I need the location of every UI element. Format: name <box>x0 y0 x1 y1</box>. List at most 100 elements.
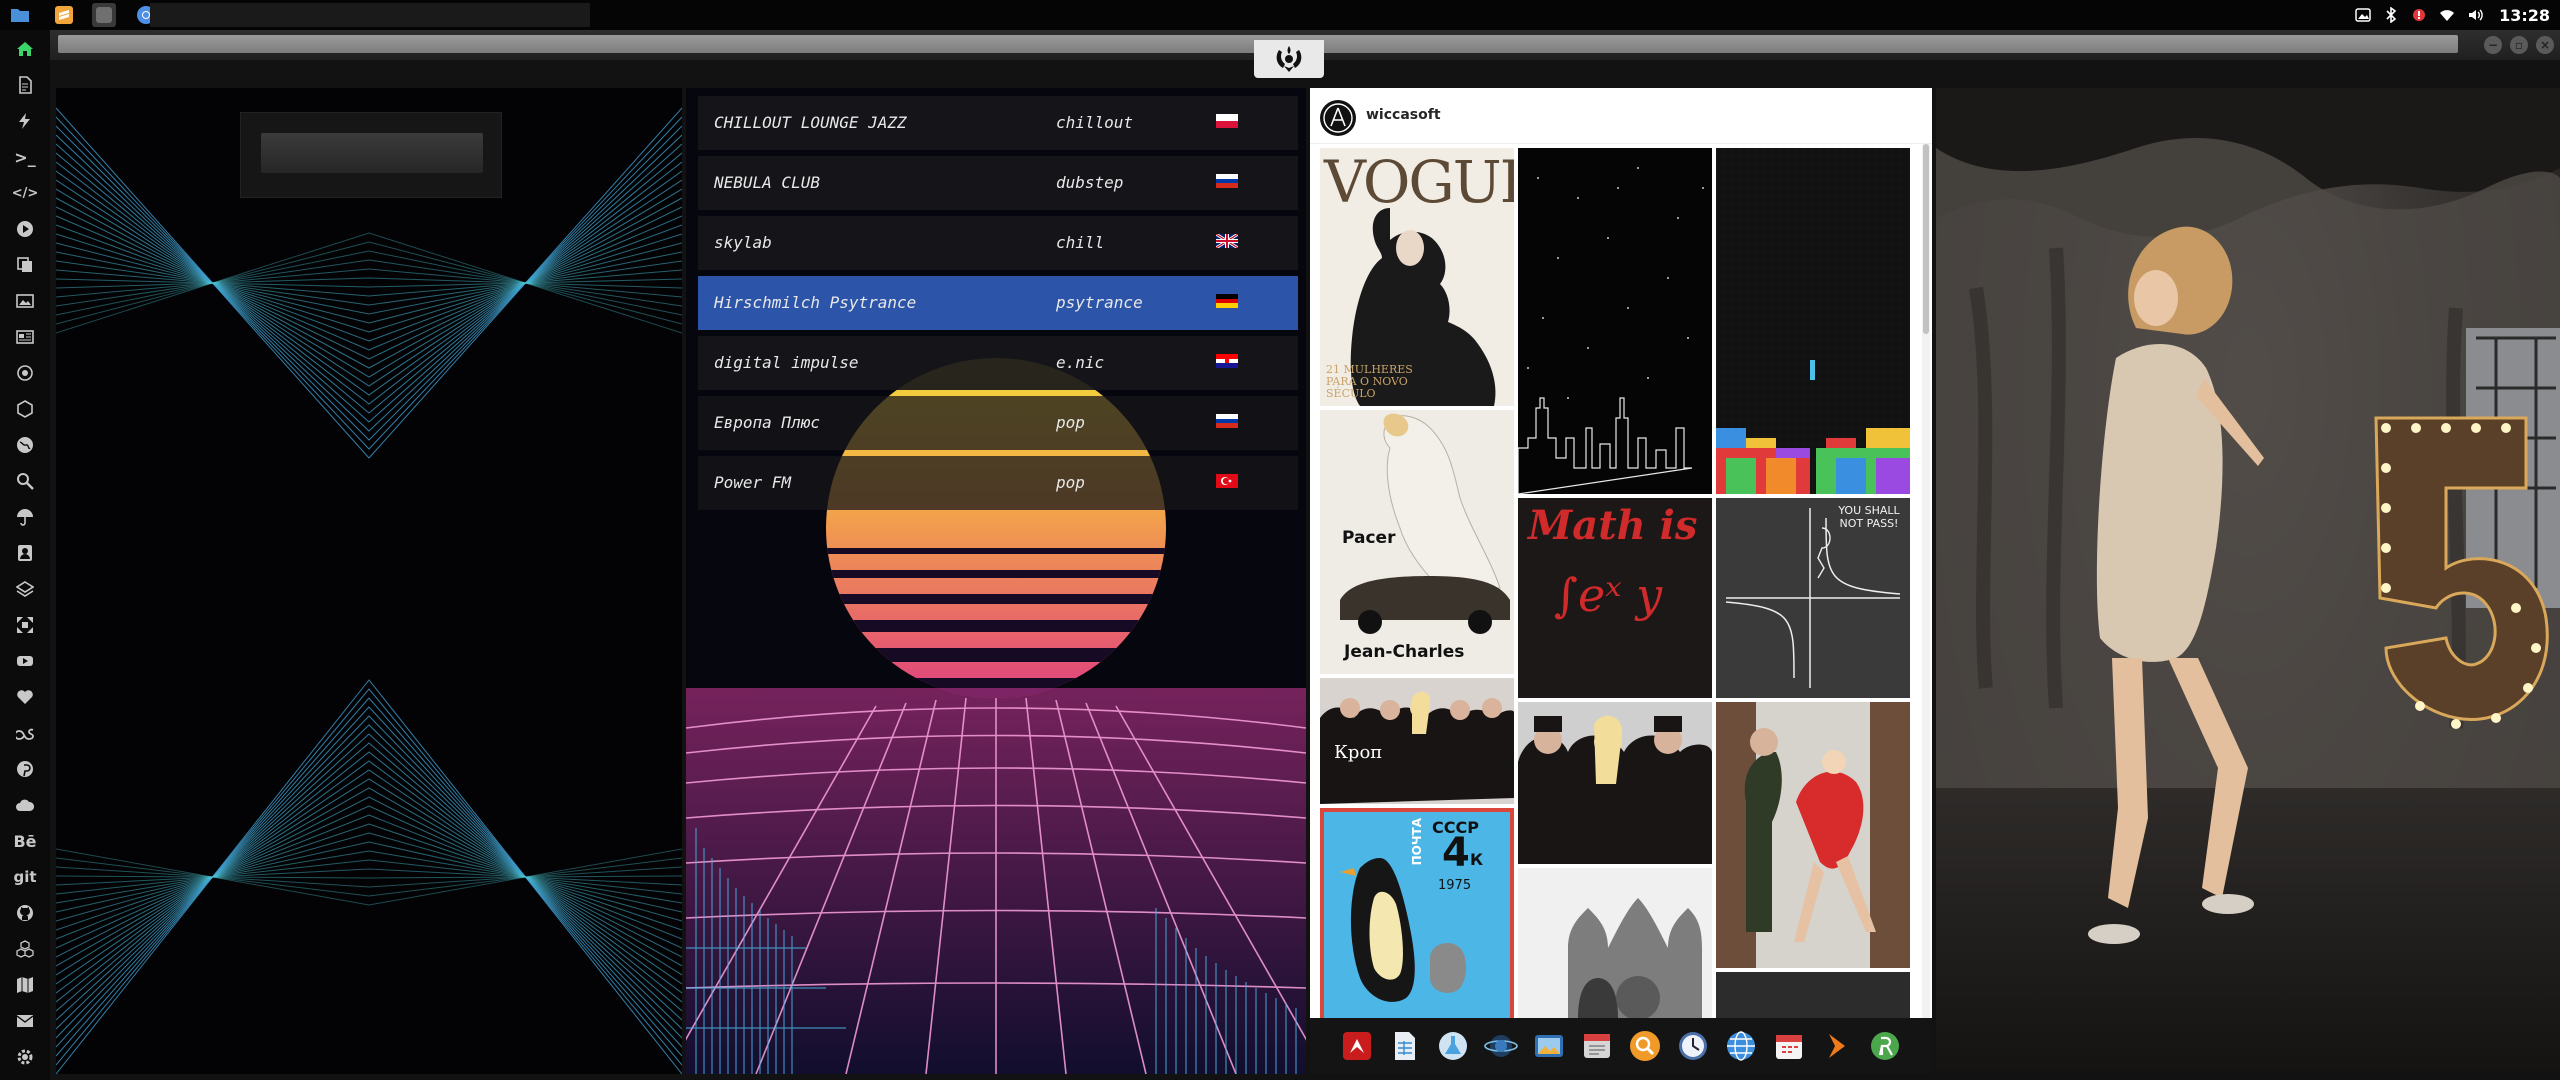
chevron-line <box>56 875 682 879</box>
city-night-tile[interactable] <box>1518 148 1712 494</box>
yandex-icon[interactable] <box>1866 1027 1904 1065</box>
minimize-button[interactable]: − <box>2484 36 2502 54</box>
tetris-tile[interactable] <box>1716 148 1910 494</box>
red-dress-photo <box>1716 702 1910 968</box>
globe-icon[interactable] <box>0 430 50 460</box>
tetris-blocks <box>1716 148 1910 494</box>
adobe-reader-icon[interactable] <box>1338 1027 1376 1065</box>
avatar[interactable] <box>1320 100 1356 136</box>
github-icon[interactable] <box>0 898 50 928</box>
lightning-icon[interactable] <box>0 106 50 136</box>
widget-input[interactable] <box>261 133 483 173</box>
feed-scrollbar[interactable] <box>1922 144 1930 1024</box>
username[interactable]: wiccasoft <box>1366 107 1441 123</box>
station-name: digital impulse <box>714 353 859 372</box>
arrow-app-icon[interactable] <box>1818 1027 1856 1065</box>
chevron-line <box>56 232 682 334</box>
maximize-button[interactable]: ▫ <box>2510 36 2528 54</box>
military-group-tile[interactable]: Кроп <box>1320 678 1514 804</box>
mail-icon[interactable] <box>0 1006 50 1036</box>
copy-icon[interactable] <box>0 250 50 280</box>
station-row[interactable]: NEBULA CLUB dubstep <box>698 156 1298 210</box>
croatia-flag-icon <box>1216 354 1238 368</box>
stamp-value: 4 <box>1442 830 1470 876</box>
feed-scrollbar-thumb[interactable] <box>1923 144 1929 334</box>
magnifier-app-icon[interactable] <box>1626 1027 1664 1065</box>
chevron-line <box>56 170 682 396</box>
document-icon[interactable] <box>0 70 50 100</box>
cubes-icon[interactable] <box>0 934 50 964</box>
picture-icon[interactable] <box>2353 5 2373 25</box>
wifi-icon[interactable] <box>2437 5 2457 25</box>
flask-icon[interactable] <box>1434 1027 1472 1065</box>
spreadsheet-icon[interactable] <box>1386 1027 1424 1065</box>
play-circle-icon[interactable] <box>0 214 50 244</box>
marquee-five <box>2374 416 2549 729</box>
gear-icon[interactable] <box>0 1042 50 1072</box>
git-icon[interactable]: git <box>0 862 50 892</box>
contact-icon[interactable] <box>0 538 50 568</box>
terminal-icon[interactable]: >_ <box>0 142 50 172</box>
web-browser-icon[interactable] <box>1722 1027 1760 1065</box>
expand-icon[interactable] <box>0 610 50 640</box>
image-icon[interactable] <box>0 286 50 316</box>
pinterest-icon[interactable] <box>0 754 50 784</box>
taskbar-window-list[interactable] <box>150 3 590 27</box>
calendar-icon[interactable] <box>1770 1027 1808 1065</box>
pacer-ad-tile[interactable]: Pacer Jean-Charles <box>1320 410 1514 674</box>
station-genre: pop <box>1056 413 1085 432</box>
chevron-line <box>56 242 682 324</box>
lastfm-icon[interactable] <box>0 718 50 748</box>
volume-icon[interactable] <box>2465 5 2485 25</box>
youtube-icon[interactable] <box>0 646 50 676</box>
app-dock <box>1310 1018 1932 1074</box>
math-sexy-tile[interactable]: Math is ∫eˣ y <box>1518 498 1712 698</box>
station-row[interactable]: Power FM pop <box>698 456 1298 510</box>
dark-texture-tile[interactable] <box>1716 972 1910 1018</box>
folder-icon[interactable] <box>8 3 32 27</box>
station-row[interactable]: digital impulse e.nic <box>698 336 1298 390</box>
station-row[interactable]: skylab chill <box>698 216 1298 270</box>
military-couple-tile[interactable] <box>1518 702 1712 864</box>
umbrella-icon[interactable] <box>0 502 50 532</box>
layers-icon[interactable] <box>0 574 50 604</box>
sublime-text-icon[interactable] <box>52 3 76 27</box>
close-button[interactable]: × <box>2536 36 2554 54</box>
planet-icon[interactable] <box>1482 1027 1520 1065</box>
station-row-active[interactable]: Hirschmilch Psytrance psytrance <box>698 276 1298 330</box>
clock[interactable]: 13:28 <box>2499 6 2550 25</box>
map-icon[interactable] <box>0 970 50 1000</box>
uk-flag-icon <box>1216 234 1238 248</box>
photos-icon[interactable] <box>1530 1027 1568 1065</box>
behance-icon[interactable]: Bē <box>0 826 50 856</box>
rebel-alliance-tab[interactable] <box>1254 40 1324 78</box>
search-icon[interactable] <box>0 466 50 496</box>
station-genre: psytrance <box>1056 293 1143 312</box>
cloud-icon[interactable] <box>0 790 50 820</box>
sun-icon[interactable] <box>0 358 50 388</box>
bluetooth-icon[interactable] <box>2381 5 2401 25</box>
germany-flag-icon <box>1216 294 1238 308</box>
math-line2: ∫eˣ y <box>1554 568 1663 622</box>
red-square-tile[interactable] <box>1518 868 1712 1018</box>
update-alert-icon[interactable] <box>2409 5 2429 25</box>
ussr-stamp-tile[interactable]: ПОЧТА СССР 4 К 1975 <box>1320 808 1514 1018</box>
window-controls: − ▫ × <box>2484 36 2554 54</box>
station-row[interactable]: Европа Плюс pop <box>698 396 1298 450</box>
you-shall-not-pass-tile[interactable]: YOU SHALL NOT PASS! <box>1716 498 1910 698</box>
red-dress-tile[interactable] <box>1716 702 1910 968</box>
newspaper-icon[interactable] <box>0 322 50 352</box>
station-name: skylab <box>714 233 772 252</box>
heart-icon[interactable] <box>0 682 50 712</box>
station-row[interactable]: CHILLOUT LOUNGE JAZZ chillout <box>698 96 1298 150</box>
documents-icon[interactable] <box>1578 1027 1616 1065</box>
chevron-lines-graphic <box>56 107 682 1074</box>
turkey-flag-icon <box>1216 474 1238 488</box>
vogue-cover-tile[interactable]: VOGUE 21 MULHERES PARA O NOVO SÉCULO <box>1320 148 1514 406</box>
home-icon[interactable] <box>0 34 50 64</box>
hexagon-icon[interactable] <box>0 394 50 424</box>
code-icon[interactable]: </> <box>0 178 50 208</box>
settings-app-icon[interactable] <box>92 3 116 27</box>
widget-frame[interactable] <box>240 112 502 198</box>
clock-app-icon[interactable] <box>1674 1027 1712 1065</box>
